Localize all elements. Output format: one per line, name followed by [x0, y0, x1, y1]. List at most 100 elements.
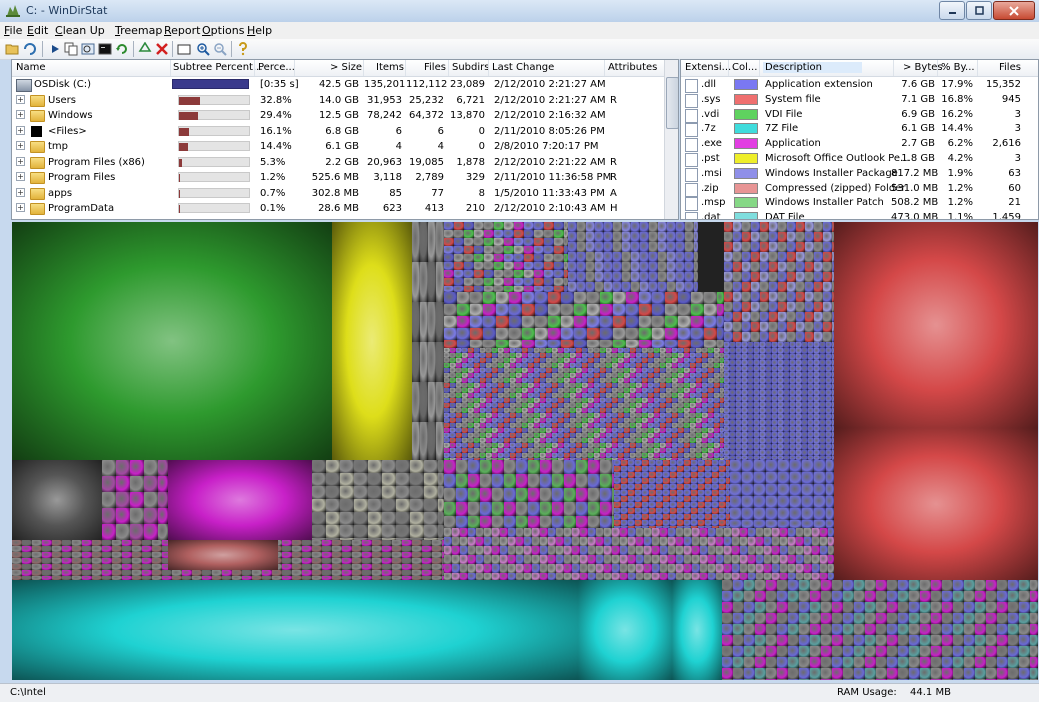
treemap-tile[interactable] — [564, 555, 572, 564]
treemap-tile[interactable] — [997, 602, 1008, 613]
treemap-tile[interactable] — [1008, 591, 1019, 602]
treemap-tile[interactable] — [639, 292, 652, 304]
treemap-tile[interactable] — [640, 242, 649, 252]
treemap-tile[interactable] — [412, 222, 420, 262]
treemap-tile[interactable] — [997, 646, 1008, 657]
treemap-tile[interactable] — [751, 262, 760, 272]
treemap-tile[interactable] — [796, 272, 805, 282]
treemap-tile[interactable] — [544, 262, 554, 270]
treemap-tile[interactable] — [483, 304, 496, 316]
treemap-tile[interactable] — [631, 232, 640, 242]
treemap-tile[interactable] — [986, 668, 997, 679]
treemap-tile[interactable] — [769, 292, 778, 302]
treemap-tile[interactable] — [424, 499, 438, 512]
treemap-tile[interactable] — [766, 613, 777, 624]
treemap-tile[interactable] — [724, 537, 732, 546]
treemap-tile[interactable] — [865, 580, 876, 591]
treemap-tile[interactable] — [953, 657, 964, 668]
treemap-tile[interactable] — [942, 602, 953, 613]
treemap-tile[interactable] — [931, 580, 942, 591]
treemap-tile[interactable] — [639, 316, 652, 328]
treemap-tile[interactable] — [572, 555, 580, 564]
treemap-tile[interactable] — [887, 591, 898, 602]
treemap-tile[interactable] — [588, 564, 596, 573]
treemap-tile[interactable] — [496, 304, 509, 316]
treemap-tile[interactable] — [613, 304, 626, 316]
treemap-tile[interactable] — [742, 460, 754, 472]
treemap-tile[interactable] — [483, 328, 496, 340]
treemap-tile[interactable] — [600, 304, 613, 316]
column-subdirs[interactable]: Subdirs — [452, 62, 489, 73]
treemap-tile[interactable] — [658, 272, 667, 282]
treemap-tile[interactable] — [788, 624, 799, 635]
treemap-tile[interactable] — [764, 537, 772, 546]
treemap-tile[interactable] — [222, 576, 232, 580]
treemap-tile[interactable] — [678, 328, 691, 340]
treemap-tile[interactable] — [444, 555, 452, 564]
column-color[interactable]: Col... — [732, 62, 757, 73]
treemap-tile[interactable] — [524, 573, 532, 580]
maximize-button[interactable] — [966, 1, 992, 20]
treemap-tile[interactable] — [464, 222, 474, 230]
treemap-tile[interactable] — [756, 528, 764, 537]
treemap-tile[interactable] — [769, 232, 778, 242]
treemap-tile[interactable] — [942, 591, 953, 602]
treemap-tile[interactable] — [644, 528, 652, 537]
treemap-tile[interactable] — [504, 238, 514, 246]
column-ext-files[interactable]: Files — [999, 62, 1021, 73]
treemap-tile[interactable] — [953, 580, 964, 591]
treemap-tile[interactable] — [724, 564, 732, 573]
treemap-tile[interactable] — [887, 679, 898, 680]
treemap-tile[interactable] — [975, 646, 986, 657]
treemap-tile[interactable] — [778, 520, 790, 528]
treemap-tile[interactable] — [953, 613, 964, 624]
treemap-tile[interactable] — [975, 591, 986, 602]
treemap-tile[interactable] — [444, 502, 456, 516]
treemap-tile[interactable] — [612, 537, 620, 546]
treemap-tile[interactable] — [821, 580, 832, 591]
treemap-tile[interactable] — [668, 573, 676, 580]
treemap-tile[interactable] — [796, 322, 805, 332]
treemap-tile[interactable] — [544, 238, 554, 246]
treemap-tile[interactable] — [823, 322, 832, 332]
treemap-tile[interactable] — [843, 657, 854, 668]
treemap-tile[interactable] — [168, 540, 278, 570]
treemap-tile[interactable] — [724, 292, 733, 302]
treemap-tile[interactable] — [639, 340, 652, 348]
table-row[interactable]: .sys System file 7.1 GB 16.8% 945 — [681, 93, 1038, 108]
treemap-tile[interactable] — [652, 328, 665, 340]
treemap-tile[interactable] — [942, 635, 953, 646]
treemap-tile[interactable] — [777, 580, 788, 591]
treemap-tile[interactable] — [810, 613, 821, 624]
treemap-tile[interactable] — [665, 328, 678, 340]
treemap-tile[interactable] — [742, 322, 751, 332]
column-items[interactable]: Items — [376, 62, 404, 73]
treemap-tile[interactable] — [1030, 591, 1038, 602]
treemap-tile[interactable] — [658, 222, 667, 232]
treemap-tile[interactable] — [564, 564, 572, 573]
treemap-tile[interactable] — [920, 613, 931, 624]
treemap-tile[interactable] — [788, 646, 799, 657]
treemap-tile[interactable] — [368, 486, 382, 499]
treemap-tile[interactable] — [534, 222, 544, 230]
treemap-tile[interactable] — [514, 278, 524, 286]
treemap-tile[interactable] — [769, 282, 778, 292]
treemap-tile[interactable] — [778, 222, 787, 232]
treemap-tile[interactable] — [722, 679, 733, 680]
treemap-tile[interactable] — [790, 460, 802, 472]
treemap-tile[interactable] — [740, 528, 748, 537]
treemap-tile[interactable] — [340, 460, 354, 473]
treemap-tile[interactable] — [810, 646, 821, 657]
treemap-tile[interactable] — [676, 262, 685, 272]
treemap-tile[interactable] — [740, 546, 748, 555]
treemap-tile[interactable] — [810, 668, 821, 679]
treemap-tile[interactable] — [744, 602, 755, 613]
treemap-tile[interactable] — [1030, 646, 1038, 657]
treemap-tile[interactable] — [909, 646, 920, 657]
treemap-tile[interactable] — [534, 246, 544, 254]
treemap-tile[interactable] — [500, 537, 508, 546]
treemap-tile[interactable] — [898, 657, 909, 668]
treemap-tile[interactable] — [805, 222, 814, 232]
treemap-tile[interactable] — [796, 332, 805, 342]
treemap-tile[interactable] — [428, 382, 436, 422]
